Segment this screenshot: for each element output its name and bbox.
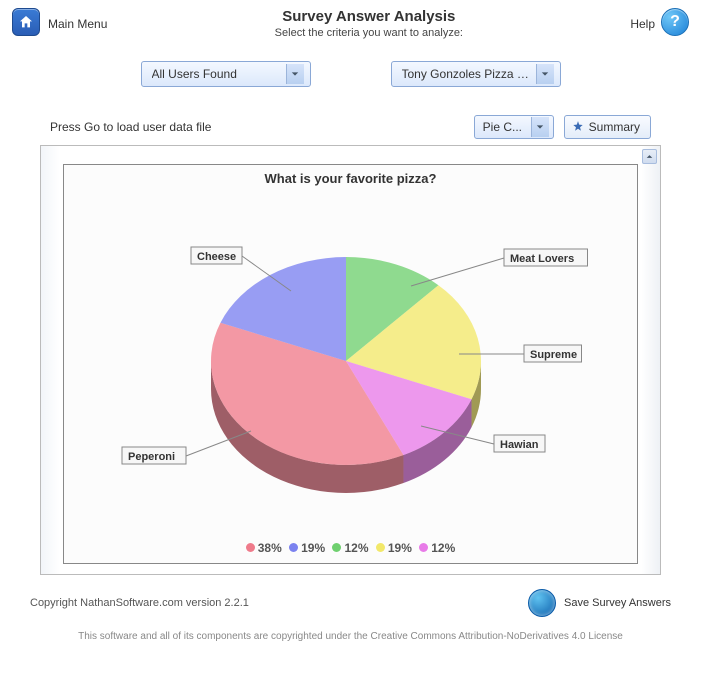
legend-dot-icon — [419, 543, 428, 552]
chart-type-select[interactable]: Pie C... — [474, 115, 554, 139]
legend-item: 19% — [289, 541, 325, 555]
summary-label: Summary — [589, 120, 640, 134]
legend-item: 38% — [246, 541, 282, 555]
slice-label-supreme: Supreme — [530, 349, 577, 361]
chart-legend: 38% 19% 12% 19% 12% — [64, 541, 637, 560]
legend-dot-icon — [332, 543, 341, 552]
license-text: This software and all of its components … — [0, 623, 701, 642]
survey-select[interactable]: Tony Gonzoles Pizza S... — [391, 61, 561, 87]
home-button[interactable] — [12, 8, 40, 36]
legend-value: 19% — [301, 541, 325, 555]
chart-title: What is your favorite pizza? — [64, 165, 637, 186]
users-select[interactable]: All Users Found — [141, 61, 311, 87]
save-button[interactable] — [528, 589, 556, 617]
legend-item: 19% — [376, 541, 412, 555]
summary-button[interactable]: Summary — [564, 115, 651, 139]
slice-label-peperoni: Peperoni — [128, 451, 175, 463]
load-hint: Press Go to load user data file — [50, 120, 474, 134]
legend-item: 12% — [332, 541, 368, 555]
pie-chart: Peperoni Cheese Meat Lovers Supreme Hawian — [81, 186, 621, 526]
slice-label-meat-lovers: Meat Lovers — [510, 253, 574, 265]
legend-dot-icon — [289, 543, 298, 552]
legend-value: 38% — [258, 541, 282, 555]
legend-dot-icon — [246, 543, 255, 552]
chart-panel: What is your favorite pizza? Peperoni Che… — [40, 145, 661, 575]
chevron-down-icon — [536, 64, 554, 84]
chevron-down-icon — [286, 64, 304, 84]
chart-area: What is your favorite pizza? Peperoni Che… — [63, 164, 638, 564]
copyright-text: Copyright NathanSoftware.com version 2.2… — [30, 597, 528, 609]
legend-value: 12% — [431, 541, 455, 555]
save-label: Save Survey Answers — [564, 597, 671, 609]
question-icon: ? — [670, 13, 680, 31]
slice-label-hawian: Hawian — [500, 439, 539, 451]
summary-icon — [571, 120, 585, 134]
home-icon — [18, 14, 34, 30]
legend-value: 19% — [388, 541, 412, 555]
legend-item: 12% — [419, 541, 455, 555]
help-button[interactable]: ? — [661, 8, 689, 36]
legend-dot-icon — [376, 543, 385, 552]
page-subtitle: Select the criteria you want to analyze: — [107, 27, 630, 39]
chart-type-value: Pie C... — [483, 120, 527, 134]
chevron-up-icon — [646, 153, 653, 160]
page-title: Survey Answer Analysis — [107, 8, 630, 25]
scroll-up-button[interactable] — [642, 149, 657, 164]
survey-select-value: Tony Gonzoles Pizza S... — [402, 67, 532, 81]
help-label: Help — [630, 17, 655, 31]
chevron-down-icon — [531, 117, 549, 137]
slice-label-cheese: Cheese — [197, 251, 236, 263]
legend-value: 12% — [344, 541, 368, 555]
main-menu-label: Main Menu — [48, 17, 107, 31]
users-select-value: All Users Found — [152, 67, 282, 81]
